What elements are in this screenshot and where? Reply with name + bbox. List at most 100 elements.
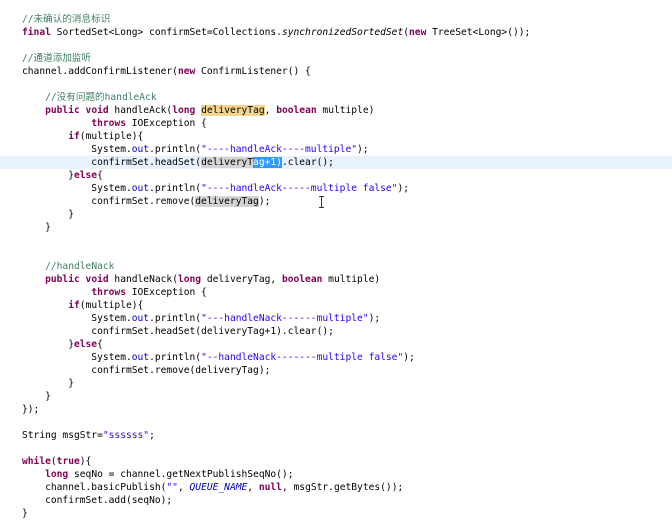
code-token: IOException { — [125, 118, 207, 129]
code-token: confirmSet.remove(deliveryTag); — [22, 365, 271, 376]
code-token: }); — [22, 404, 40, 415]
code-line[interactable]: throws IOException { — [0, 286, 207, 299]
code-token: } — [22, 170, 74, 181]
code-line[interactable] — [0, 234, 22, 247]
code-token: ; — [149, 430, 155, 441]
code-token: ); — [357, 144, 369, 155]
code-line[interactable]: //未确认的消息标识 — [0, 13, 110, 26]
code-line[interactable]: System.out.println("----handleAck-----mu… — [0, 182, 409, 195]
code-token: (multiple){ — [79, 300, 144, 311]
code-line[interactable] — [0, 416, 22, 429]
code-line[interactable]: throws IOException { — [0, 117, 207, 130]
code-token: , — [177, 482, 190, 493]
code-token: while — [22, 456, 51, 467]
code-token: ); — [397, 183, 410, 194]
code-line[interactable]: //通道添加监听 — [0, 52, 91, 65]
code-token: "" — [166, 482, 178, 493]
code-token: else — [73, 339, 98, 350]
code-token: seqNo = channel.getNextPublishSeqNo(); — [68, 469, 294, 480]
code-token: System. — [22, 313, 132, 324]
code-line[interactable]: }else{ — [0, 169, 103, 182]
code-line[interactable]: //handleNack — [0, 260, 114, 273]
code-line[interactable]: confirmSet.remove(deliveryTag); — [0, 364, 270, 377]
code-token: handleNack( — [108, 274, 178, 285]
code-line[interactable]: System.out.println("--handleNack-------m… — [0, 351, 415, 364]
code-line[interactable] — [0, 247, 22, 260]
code-line[interactable]: confirmSet.add(seqNo); — [0, 494, 172, 507]
code-token: null — [258, 482, 282, 493]
code-line[interactable]: } — [0, 507, 28, 520]
code-line[interactable]: //没有问题的handleAck — [0, 91, 157, 104]
code-editor[interactable]: //未确认的消息标识 final SortedSet<Long> confirmS… — [0, 0, 672, 524]
code-token: deliveryT — [201, 157, 254, 168]
code-line[interactable]: public void handleNack(long deliveryTag,… — [0, 273, 380, 286]
code-line[interactable]: }else{ — [0, 338, 103, 351]
code-line[interactable]: final SortedSet<Long> confirmSet=Collect… — [0, 26, 530, 39]
code-line[interactable]: System.out.println("----handleAck----mul… — [0, 143, 369, 156]
code-token: "----handleAck-----multiple false" — [201, 183, 398, 194]
code-token: confirmSet.remove( — [22, 196, 196, 207]
code-token: else — [73, 170, 98, 181]
code-line[interactable]: long seqNo = channel.getNextPublishSeqNo… — [0, 468, 293, 481]
code-token: .println( — [149, 144, 202, 155]
code-line[interactable] — [0, 39, 22, 52]
code-token: if — [68, 300, 80, 311]
code-token: } — [22, 209, 74, 220]
code-line[interactable]: while(true){ — [0, 455, 91, 468]
code-token: multiple) — [316, 105, 375, 116]
code-token: out — [131, 183, 150, 194]
code-token: (multiple){ — [79, 131, 144, 142]
code-token: deliveryTag — [201, 105, 265, 116]
code-line[interactable] — [0, 78, 22, 91]
code-token: channel.addConfirmListener( — [22, 66, 178, 77]
code-line[interactable]: confirmSet.remove(deliveryTag); — [0, 195, 270, 208]
code-token: , — [247, 482, 259, 493]
code-token: synchronizedSortedSet — [281, 27, 404, 38]
code-line[interactable]: } — [0, 221, 51, 234]
code-token: out — [131, 144, 150, 155]
code-token: .println( — [149, 352, 202, 363]
code-line[interactable]: }); — [0, 403, 39, 416]
code-line[interactable]: if(multiple){ — [0, 130, 143, 143]
code-token: } — [22, 222, 51, 233]
code-line[interactable]: } — [0, 208, 74, 221]
code-token: System. — [22, 144, 132, 155]
code-token: "--handleNack-------multiple false" — [201, 352, 404, 363]
code-line[interactable]: channel.basicPublish("", QUEUE_NAME, nul… — [0, 481, 403, 494]
code-token: System. — [22, 183, 132, 194]
code-token: TreeSet<Long>()); — [426, 27, 531, 38]
code-token: //没有问题的handleAck — [45, 92, 157, 103]
code-line[interactable]: channel.addConfirmListener(new ConfirmLi… — [0, 65, 311, 78]
code-line[interactable] — [0, 442, 22, 455]
code-token: } — [22, 508, 28, 519]
code-token: } — [22, 391, 51, 402]
code-token: out — [131, 313, 150, 324]
code-token: deliveryTag — [195, 196, 259, 207]
code-token: { — [97, 170, 103, 181]
code-token: //handleNack — [45, 261, 115, 272]
code-token: void — [85, 105, 109, 116]
code-token: QUEUE_NAME — [189, 482, 248, 493]
code-token: out — [131, 352, 150, 363]
code-token: ); — [403, 352, 415, 363]
code-line[interactable]: System.out.println("---handleNack------m… — [0, 312, 380, 325]
code-token: //未确认的消息标识 — [22, 14, 111, 25]
code-token: long — [45, 469, 69, 480]
code-token: .clear(); — [281, 157, 334, 168]
code-line[interactable]: } — [0, 390, 51, 403]
code-line[interactable]: if(multiple){ — [0, 299, 143, 312]
code-token: channel.basicPublish( — [22, 482, 167, 493]
code-line[interactable]: public void handleAck(long deliveryTag, … — [0, 104, 374, 117]
current-code-line[interactable]: confirmSet.headSet(deliveryTag+1).clear(… — [0, 156, 672, 169]
code-line[interactable]: confirmSet.headSet(deliveryTag+1).clear(… — [0, 325, 334, 338]
code-line[interactable]: } — [0, 377, 74, 390]
code-token: public — [45, 274, 80, 285]
code-token: ag+1) — [253, 157, 282, 168]
code-line[interactable]: String msgStr="ssssss"; — [0, 429, 155, 442]
code-token: throws — [91, 118, 126, 129]
i-beam-cursor-icon — [318, 195, 326, 209]
code-token: ); — [258, 196, 271, 207]
code-token: { — [97, 339, 103, 350]
